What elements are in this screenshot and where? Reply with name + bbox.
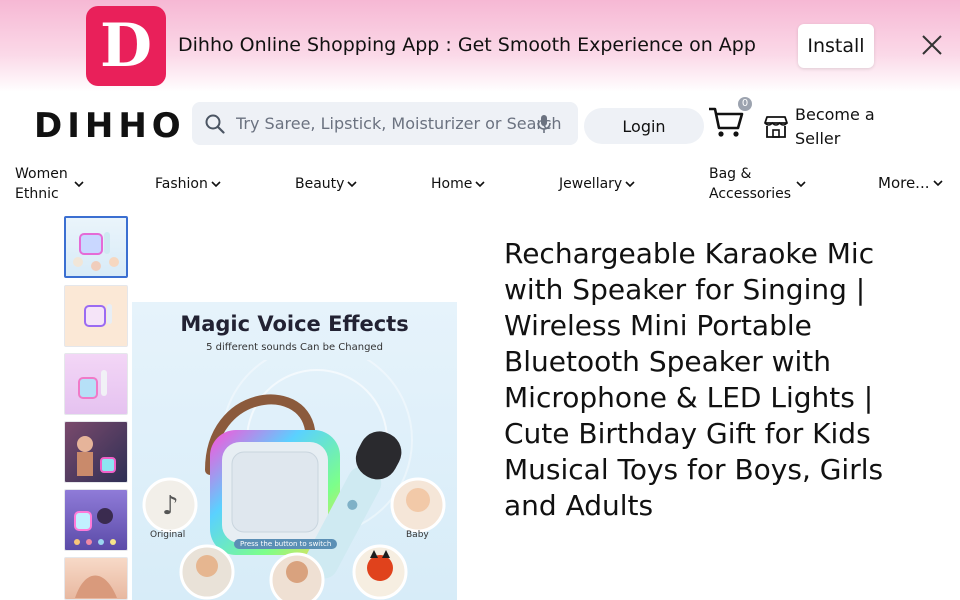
chevron-down-icon: [796, 181, 806, 188]
product-thumbnail[interactable]: [64, 285, 128, 347]
thumbnail-image: [77, 436, 116, 476]
cart-count-badge: 0: [738, 97, 752, 111]
product-thumbnail[interactable]: [64, 421, 128, 483]
thumbnail-image: [74, 508, 116, 545]
app-install-banner: D Dihho Online Shopping App : Get Smooth…: [0, 0, 960, 92]
product-thumbnail[interactable]: [64, 489, 128, 551]
product-title: Rechargeable Karaoke Mic with Speaker fo…: [504, 237, 884, 522]
svg-text:♪: ♪: [162, 491, 179, 521]
nav-item-bag-accessories[interactable]: Bag & Accessories: [709, 164, 809, 204]
nav-item-home[interactable]: Home: [431, 174, 485, 194]
close-banner-button[interactable]: [918, 31, 946, 59]
nav-item-label: Bag & Accessories: [709, 166, 792, 202]
image-button-text: Press the button to switch: [234, 539, 338, 549]
image-caption: Original: [150, 530, 186, 540]
chevron-down-icon: [475, 181, 485, 188]
nav-item-label: More...: [878, 174, 930, 192]
install-button[interactable]: Install: [798, 24, 874, 68]
nav-item-more[interactable]: More...: [878, 173, 943, 193]
nav-item-label: Jewellary: [559, 176, 623, 192]
close-icon: [922, 35, 942, 55]
nav-item-women-ethnic[interactable]: Women Ethnic: [15, 164, 85, 204]
chevron-down-icon: [625, 181, 635, 188]
main-product-image[interactable]: Magic Voice Effects 5 different sounds C…: [132, 302, 457, 600]
image-subtitle: 5 different sounds Can be Changed: [206, 342, 383, 353]
banner-text: Dihho Online Shopping App : Get Smooth E…: [178, 34, 756, 56]
image-headline: Magic Voice Effects: [180, 312, 409, 336]
nav-item-label: Beauty: [295, 176, 345, 192]
search-icon: [205, 114, 225, 134]
store-icon[interactable]: [762, 114, 790, 140]
product-thumbnail[interactable]: [64, 557, 128, 600]
become-seller-link[interactable]: Become a Seller: [795, 103, 905, 151]
login-button[interactable]: Login: [584, 108, 704, 144]
thumbnail-image: [75, 575, 117, 598]
microphone-icon[interactable]: [534, 113, 554, 135]
image-caption: Baby: [406, 530, 429, 540]
nav-item-label: Women Ethnic: [15, 166, 68, 202]
chevron-down-icon: [74, 181, 84, 188]
thumbnail-image: [78, 370, 107, 399]
thumbnail-image: [73, 232, 119, 271]
chevron-down-icon: [932, 180, 943, 187]
brand-logo[interactable]: DIHHO: [34, 106, 186, 146]
nav-item-fashion[interactable]: Fashion: [155, 174, 221, 194]
karaoke-speaker-illustration: ♪: [142, 360, 446, 600]
chevron-down-icon: [211, 181, 221, 188]
nav-item-label: Home: [431, 176, 473, 192]
nav-item-jewellary[interactable]: Jewellary: [559, 174, 635, 194]
product-thumbnail[interactable]: [64, 353, 128, 415]
chevron-down-icon: [347, 181, 358, 188]
search-input[interactable]: [236, 102, 566, 145]
product-thumbnail[interactable]: [64, 216, 128, 278]
thumbnail-image: [84, 304, 112, 327]
app-logo-letter: D: [99, 11, 153, 81]
app-logo: D: [86, 6, 166, 86]
nav-item-label: Fashion: [155, 176, 208, 192]
nav-item-beauty[interactable]: Beauty: [295, 174, 358, 194]
search-bar[interactable]: [192, 102, 578, 145]
